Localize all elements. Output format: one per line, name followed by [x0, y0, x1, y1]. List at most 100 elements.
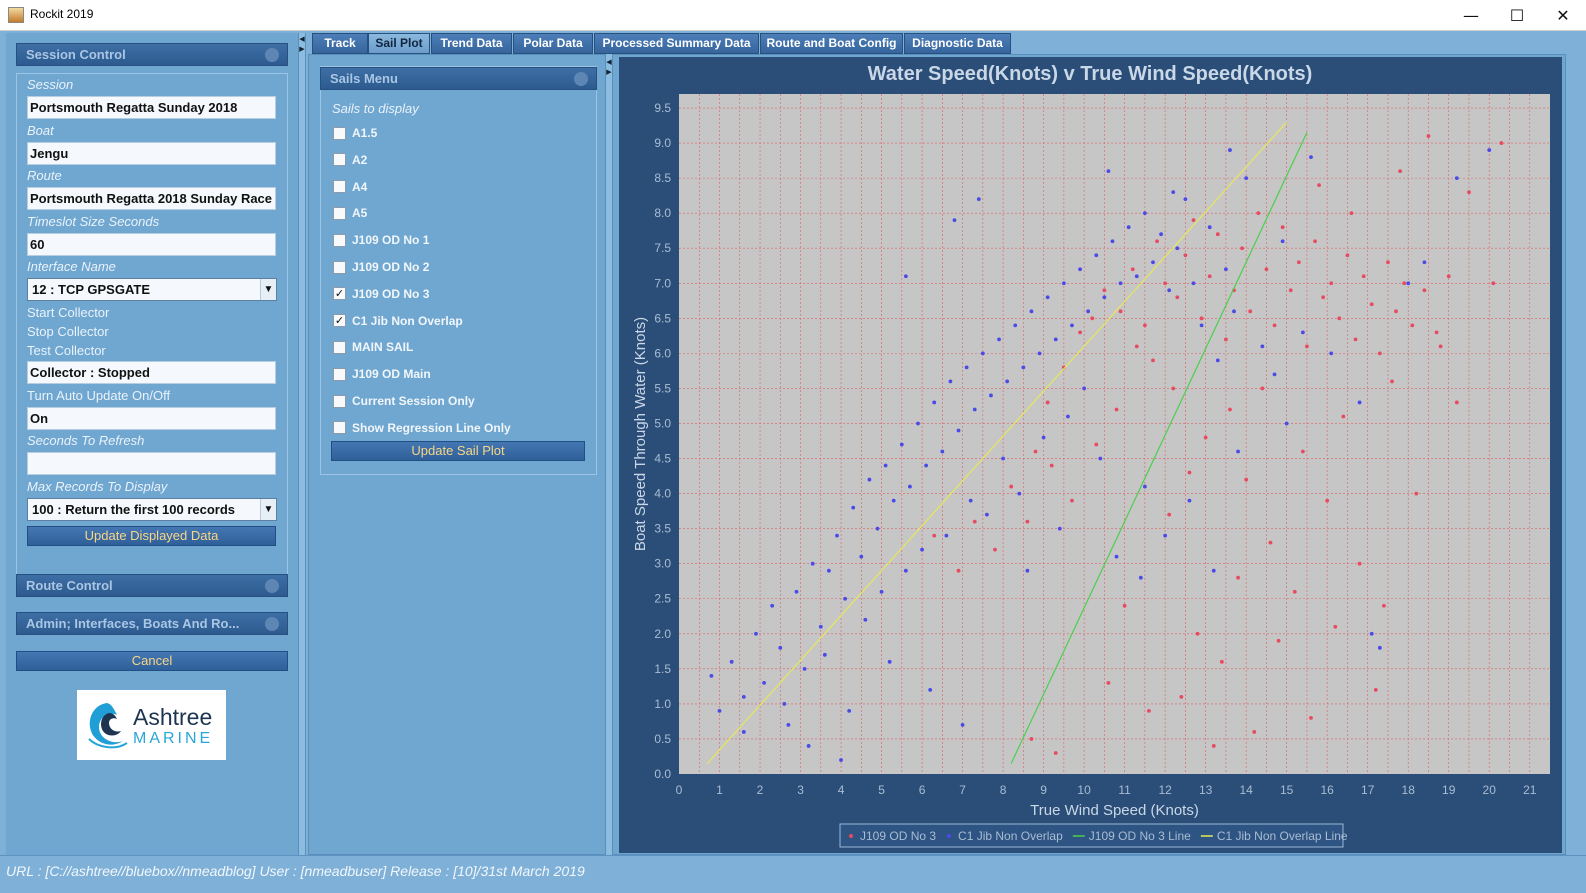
maximize-button[interactable]: ☐	[1494, 0, 1540, 30]
sail-checkbox[interactable]: ✓	[333, 314, 346, 328]
sail-label: J109 OD No 2	[352, 260, 430, 274]
sail-option[interactable]: Current Session Only	[333, 392, 475, 410]
sail-option[interactable]: ✓ C1 Jib Non Overlap	[333, 312, 463, 330]
data-point	[1499, 141, 1504, 145]
sail-checkbox[interactable]	[333, 153, 346, 167]
boat-field[interactable]: Jengu	[27, 142, 276, 165]
data-point	[1268, 540, 1273, 545]
sail-checkbox[interactable]	[333, 394, 346, 408]
sail-option[interactable]: J109 OD No 1	[333, 231, 429, 249]
data-point	[1199, 323, 1204, 328]
sail-option[interactable]: J109 OD No 2	[333, 258, 429, 276]
auto-update-toggle[interactable]: Turn Auto Update On/Off	[27, 388, 170, 403]
tab-processed-summary-data[interactable]: Processed Summary Data	[594, 33, 759, 54]
sail-checkbox[interactable]	[333, 260, 346, 274]
sail-option[interactable]: J109 OD Main	[333, 365, 431, 383]
data-point	[1195, 631, 1200, 636]
data-point	[1057, 526, 1062, 531]
data-point	[1025, 519, 1030, 524]
sail-checkbox[interactable]	[333, 206, 346, 220]
data-point	[729, 659, 734, 664]
sails-menu-header[interactable]: Sails Menu	[320, 67, 597, 90]
tab-diagnostic-data[interactable]: Diagnostic Data	[904, 33, 1011, 54]
data-point	[1094, 253, 1099, 258]
auto-update-field[interactable]: On	[27, 407, 276, 430]
dropdown-arrow-icon[interactable]: ▼	[260, 499, 276, 520]
cancel-button[interactable]: Cancel	[16, 651, 288, 671]
tab-track[interactable]: Track	[312, 33, 368, 54]
data-point	[1211, 744, 1216, 748]
data-point	[822, 652, 827, 657]
y-tick-label: 8.5	[654, 171, 671, 185]
left-splitter[interactable]: ◀ ▶	[298, 33, 306, 855]
data-point	[1422, 260, 1427, 265]
start-collector-link[interactable]: Start Collector	[27, 305, 109, 320]
tab-trend-data[interactable]: Trend Data	[431, 33, 512, 54]
expand-right-icon[interactable]: ▶	[606, 68, 612, 76]
sail-option[interactable]: A1.5	[333, 124, 377, 142]
legend-marker	[849, 834, 853, 838]
data-point	[1382, 603, 1386, 608]
sail-option[interactable]: A2	[333, 151, 367, 169]
interface-select[interactable]: 12 : TCP GPSGATE ▼	[27, 278, 277, 301]
data-point	[786, 723, 791, 727]
data-point	[972, 407, 977, 412]
sail-option[interactable]: A4	[333, 178, 367, 196]
sail-option[interactable]: A5	[333, 204, 367, 222]
collapse-icon[interactable]	[574, 72, 588, 86]
update-displayed-data-button[interactable]: Update Displayed Data	[27, 526, 276, 546]
data-point	[1013, 323, 1018, 328]
data-point	[709, 673, 714, 678]
data-point	[1329, 281, 1334, 286]
expand-icon[interactable]	[265, 579, 279, 593]
data-point	[1106, 680, 1111, 685]
expand-icon[interactable]	[265, 617, 279, 631]
session-control-header[interactable]: Session Control	[16, 43, 288, 66]
tab-polar-data[interactable]: Polar Data	[513, 33, 593, 54]
session-field[interactable]: Portsmouth Regatta Sunday 2018	[27, 96, 276, 119]
wave-logo-icon	[88, 703, 128, 749]
x-tick-label: 14	[1239, 783, 1253, 797]
route-field[interactable]: Portsmouth Regatta 2018 Sunday Race	[27, 187, 276, 210]
sail-checkbox[interactable]: ✓	[333, 287, 346, 301]
expand-right-icon[interactable]: ▶	[299, 45, 305, 53]
data-point	[1037, 351, 1042, 356]
max-records-select[interactable]: 100 : Return the first 100 records ▼	[27, 498, 277, 521]
tab-sail-plot[interactable]: Sail Plot	[368, 33, 430, 54]
data-point	[1147, 709, 1151, 713]
data-point	[1151, 358, 1155, 363]
sail-checkbox[interactable]	[333, 180, 346, 194]
sail-option[interactable]: ✓ J109 OD No 3	[333, 285, 429, 303]
data-point	[1349, 211, 1354, 216]
tab-route-and-boat-config[interactable]: Route and Boat Config	[760, 33, 903, 54]
stop-collector-link[interactable]: Stop Collector	[27, 324, 109, 339]
sail-option[interactable]: MAIN SAIL	[333, 338, 413, 356]
test-collector-link[interactable]: Test Collector	[27, 343, 106, 358]
sail-label: A5	[352, 206, 368, 221]
sail-label: Current Session Only	[352, 394, 475, 408]
minimize-button[interactable]: —	[1448, 0, 1494, 30]
data-point	[1126, 225, 1131, 230]
data-point	[1398, 169, 1403, 174]
close-button[interactable]: ✕	[1540, 0, 1586, 30]
admin-header[interactable]: Admin; Interfaces, Boats And Ro...	[16, 612, 288, 635]
data-point	[1045, 400, 1050, 405]
data-point	[1163, 281, 1168, 286]
sail-checkbox[interactable]	[333, 340, 346, 354]
sail-checkbox[interactable]	[333, 421, 346, 435]
collapse-icon[interactable]	[265, 48, 279, 62]
middle-splitter[interactable]: ◀ ▶	[605, 54, 613, 855]
route-control-header[interactable]: Route Control	[16, 574, 288, 597]
sail-checkbox[interactable]	[333, 367, 346, 381]
dropdown-arrow-icon[interactable]: ▼	[260, 279, 276, 300]
sail-checkbox[interactable]	[333, 126, 346, 140]
collapse-left-icon[interactable]: ◀	[606, 58, 612, 66]
data-point	[1102, 295, 1107, 300]
status-bar: URL : [C://ashtree//bluebox//nmeadblog] …	[0, 855, 1586, 893]
update-sail-plot-button[interactable]: Update Sail Plot	[331, 441, 585, 461]
timeslot-field[interactable]: 60	[27, 233, 276, 256]
refresh-field[interactable]	[27, 452, 276, 475]
sail-checkbox[interactable]	[333, 233, 346, 247]
collapse-left-icon[interactable]: ◀	[299, 35, 305, 43]
sail-option[interactable]: Show Regression Line Only	[333, 419, 511, 437]
